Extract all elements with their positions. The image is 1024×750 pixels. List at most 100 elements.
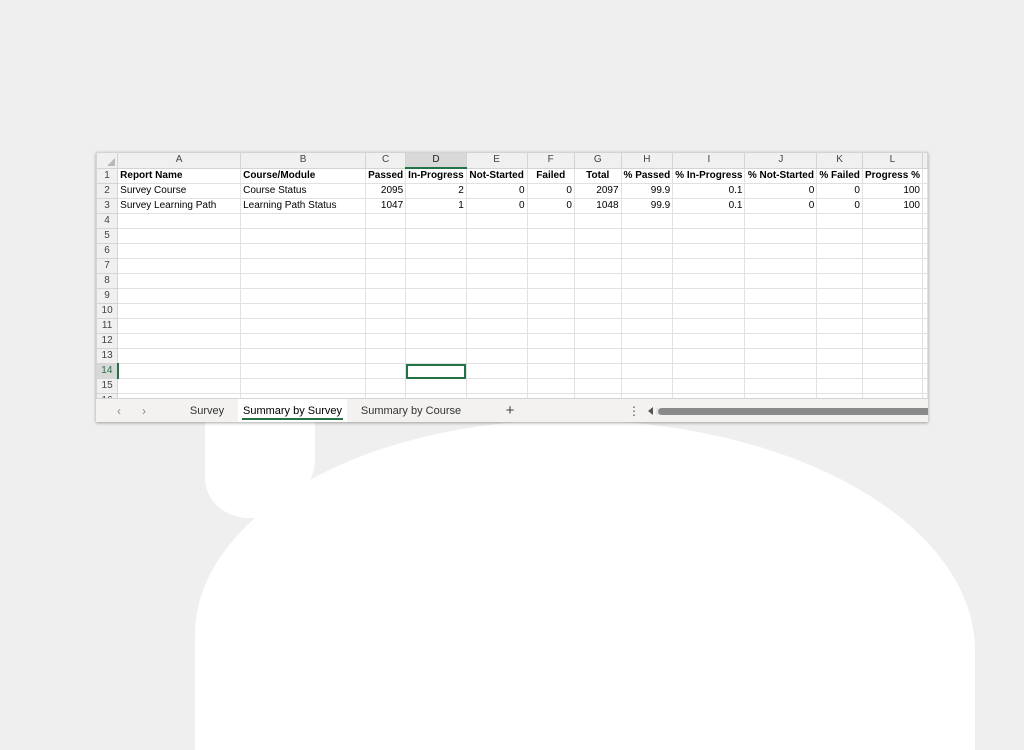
cell-e13[interactable] [465, 348, 528, 364]
cell-b14[interactable] [240, 363, 367, 379]
cell-g4[interactable] [573, 213, 622, 229]
cell-b2[interactable]: Course Status [240, 183, 367, 199]
cell-h14[interactable] [620, 363, 674, 379]
cell-g3[interactable]: 1048 [573, 198, 622, 214]
cell-h4[interactable] [620, 213, 674, 229]
cell-f9[interactable] [526, 288, 575, 304]
cell-c4[interactable] [365, 213, 407, 229]
cell-j1[interactable]: % Not-Started [744, 167, 818, 184]
cell-h10[interactable] [620, 303, 674, 319]
cell-f5[interactable] [526, 228, 575, 244]
cell-j7[interactable] [744, 258, 818, 274]
cell-l12[interactable] [861, 333, 924, 349]
cell-j4[interactable] [744, 213, 818, 229]
cell-g5[interactable] [573, 228, 622, 244]
cell-i14[interactable] [672, 363, 746, 379]
cell-j2[interactable]: 0 [744, 183, 818, 199]
cell-f12[interactable] [526, 333, 575, 349]
cell-c5[interactable] [365, 228, 407, 244]
cell-b11[interactable] [240, 318, 367, 334]
cell-e5[interactable] [465, 228, 528, 244]
cell-a12[interactable] [117, 333, 242, 349]
cell-l4[interactable] [861, 213, 924, 229]
row-header[interactable]: 9 [96, 288, 119, 304]
cell-k9[interactable] [816, 288, 863, 304]
select-all-corner[interactable] [96, 152, 119, 169]
sheet-tab-survey[interactable]: Survey [180, 399, 234, 422]
cell-m11[interactable] [922, 318, 928, 334]
cell-d10[interactable] [405, 303, 467, 319]
column-header-k[interactable]: K [816, 152, 863, 169]
cell-f8[interactable] [526, 273, 575, 289]
cell-a3[interactable]: Survey Learning Path [117, 198, 242, 214]
cell-m2[interactable] [922, 183, 928, 199]
cell-j8[interactable] [744, 273, 818, 289]
column-header-c[interactable]: C [365, 152, 407, 169]
cell-f3[interactable]: 0 [526, 198, 575, 214]
row-header[interactable]: 10 [96, 303, 119, 319]
cell-g9[interactable] [573, 288, 622, 304]
cell-d4[interactable] [405, 213, 467, 229]
cell-d13[interactable] [405, 348, 467, 364]
cell-d14[interactable] [405, 363, 467, 379]
cell-m6[interactable] [922, 243, 928, 259]
cell-m13[interactable] [922, 348, 928, 364]
sheet-tab-summary-by-survey[interactable]: Summary by Survey [238, 399, 347, 422]
cell-l2[interactable]: 100 [861, 183, 924, 199]
cell-h7[interactable] [620, 258, 674, 274]
cell-e15[interactable] [465, 378, 528, 394]
cell-d12[interactable] [405, 333, 467, 349]
cell-h13[interactable] [620, 348, 674, 364]
cell-f6[interactable] [526, 243, 575, 259]
cell-e10[interactable] [465, 303, 528, 319]
scrollbar-thumb[interactable] [658, 408, 928, 415]
cell-l8[interactable] [861, 273, 924, 289]
cell-e12[interactable] [465, 333, 528, 349]
cell-c9[interactable] [365, 288, 407, 304]
cell-k11[interactable] [816, 318, 863, 334]
cell-b15[interactable] [240, 378, 367, 394]
row-header[interactable]: 12 [96, 333, 119, 349]
cell-k4[interactable] [816, 213, 863, 229]
cell-j13[interactable] [744, 348, 818, 364]
row-header[interactable]: 4 [96, 213, 119, 229]
cell-l10[interactable] [861, 303, 924, 319]
row-header[interactable]: 2 [96, 183, 119, 199]
cell-i10[interactable] [672, 303, 746, 319]
cell-j11[interactable] [744, 318, 818, 334]
cell-m12[interactable] [922, 333, 928, 349]
cell-k8[interactable] [816, 273, 863, 289]
cell-f1[interactable]: Failed [526, 167, 575, 184]
cell-i15[interactable] [672, 378, 746, 394]
cell-i7[interactable] [672, 258, 746, 274]
cell-e1[interactable]: Not-Started [465, 167, 528, 184]
cell-f10[interactable] [526, 303, 575, 319]
cell-e8[interactable] [465, 273, 528, 289]
cell-a5[interactable] [117, 228, 242, 244]
cell-b7[interactable] [240, 258, 367, 274]
column-header-a[interactable]: A [117, 152, 242, 169]
cell-h15[interactable] [620, 378, 674, 394]
column-header-l[interactable]: L [861, 152, 924, 169]
cell-l1[interactable]: Progress % [861, 167, 924, 184]
cell-l11[interactable] [861, 318, 924, 334]
row-header[interactable]: 1 [96, 167, 119, 184]
cell-i8[interactable] [672, 273, 746, 289]
cell-i1[interactable]: % In-Progress [672, 167, 746, 184]
cell-h3[interactable]: 99.9 [620, 198, 674, 214]
cell-g15[interactable] [573, 378, 622, 394]
cell-h5[interactable] [620, 228, 674, 244]
cell-h6[interactable] [620, 243, 674, 259]
horizontal-scrollbar[interactable] [656, 408, 928, 415]
cell-d8[interactable] [405, 273, 467, 289]
cell-a4[interactable] [117, 213, 242, 229]
cell-e7[interactable] [465, 258, 528, 274]
cell-e4[interactable] [465, 213, 528, 229]
cell-g7[interactable] [573, 258, 622, 274]
cell-j3[interactable]: 0 [744, 198, 818, 214]
row-header[interactable]: 3 [96, 198, 119, 214]
cell-b9[interactable] [240, 288, 367, 304]
cell-c2[interactable]: 2095 [365, 183, 407, 199]
cell-i11[interactable] [672, 318, 746, 334]
row-header[interactable]: 8 [96, 273, 119, 289]
